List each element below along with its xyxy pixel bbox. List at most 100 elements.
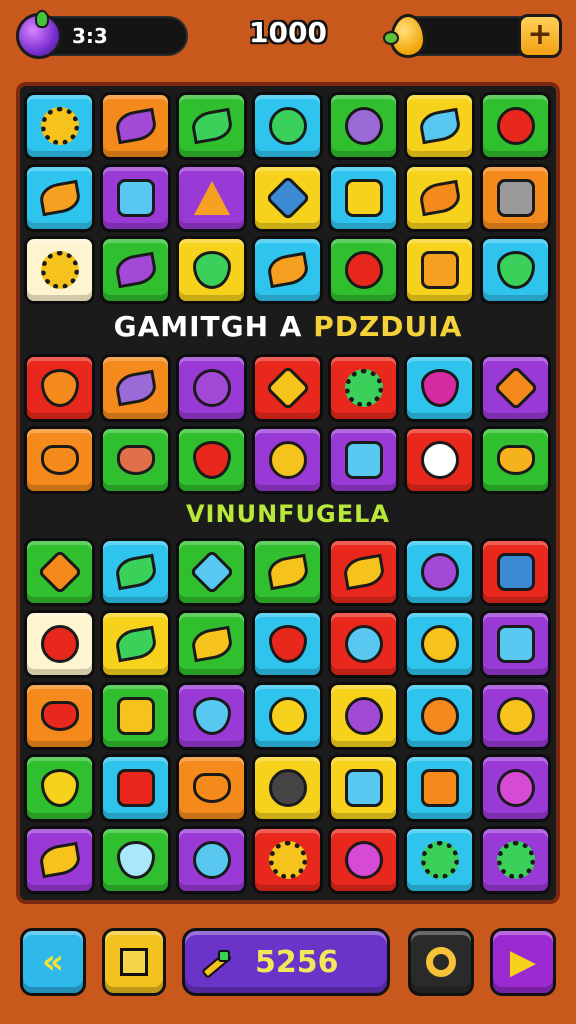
play-button[interactable]: ▶ [490,928,556,996]
tile-r5-c7[interactable] [480,426,551,494]
tile-r7-c2[interactable] [100,610,171,678]
tile-r1-c2[interactable] [100,92,171,160]
bottom-toolbar: « 5256 ▶ [0,920,576,1024]
crystal-icon [113,369,158,407]
target-icon [40,625,79,663]
tool-icon [420,369,459,407]
tile-r2-c5[interactable] [328,164,399,232]
leaf-icon [113,625,158,663]
tile-r3-c2[interactable] [100,236,171,304]
tile-r9-c6[interactable] [404,754,475,822]
tile-r9-c1[interactable] [24,754,95,822]
tile-r10-c7[interactable] [480,826,551,894]
stick-icon [189,625,234,663]
target-button[interactable] [408,928,474,996]
tile-r3-c6[interactable] [404,236,475,304]
tile-r6-c5[interactable] [328,538,399,606]
tile-r3-c7[interactable] [480,236,551,304]
tile-r6-c4[interactable] [252,538,323,606]
bulb-icon [268,441,307,479]
tile-r8-c6[interactable] [404,682,475,750]
tile-r4-c3[interactable] [176,354,247,422]
tile-r6-c6[interactable] [404,538,475,606]
tile-r10-c5[interactable] [328,826,399,894]
tile-r5-c5[interactable] [328,426,399,494]
leaf-icon [189,107,234,145]
radio-icon [116,697,155,735]
tile-r7-c5[interactable] [328,610,399,678]
tile-r1-c5[interactable] [328,92,399,160]
tile-r4-c7[interactable] [480,354,551,422]
tile-r3-c5[interactable] [328,236,399,304]
safe-icon [496,179,535,217]
bag-icon [496,445,535,475]
banner-subtitle: VINUNFUGELA [185,500,390,528]
tile-r1-c6[interactable] [404,92,475,160]
tile-r6-c2[interactable] [100,538,171,606]
tile-r3-c4[interactable] [252,236,323,304]
banana-icon [40,769,79,807]
tile-r2-c4[interactable] [252,164,323,232]
tile-r8-c5[interactable] [328,682,399,750]
tile-r9-c5[interactable] [328,754,399,822]
tile-r7-c6[interactable] [404,610,475,678]
tile-r4-c6[interactable] [404,354,475,422]
tile-r7-c3[interactable] [176,610,247,678]
tile-r10-c2[interactable] [100,826,171,894]
tile-r8-c1[interactable] [24,682,95,750]
tile-r9-c3[interactable] [176,754,247,822]
tile-r2-c2[interactable] [100,164,171,232]
tile-r2-c3[interactable] [176,164,247,232]
tile-r5-c1[interactable] [24,426,95,494]
tile-r2-c1[interactable] [24,164,95,232]
tile-r6-c3[interactable] [176,538,247,606]
tile-r1-c4[interactable] [252,92,323,160]
tile-r10-c3[interactable] [176,826,247,894]
fish-icon [417,179,462,217]
tile-r7-c4[interactable] [252,610,323,678]
tile-r5-c4[interactable] [252,426,323,494]
tile-r8-c3[interactable] [176,682,247,750]
tile-r9-c2[interactable] [100,754,171,822]
tile-r3-c1[interactable] [24,236,95,304]
tile-r4-c1[interactable] [24,354,95,422]
tile-r6-c7[interactable] [480,538,551,606]
tile-r1-c3[interactable] [176,92,247,160]
tile-r3-c3[interactable] [176,236,247,304]
tile-r9-c7[interactable] [480,754,551,822]
tile-r4-c2[interactable] [100,354,171,422]
ghost-icon [116,841,155,879]
dino-icon [113,553,158,591]
eye-icon [420,441,459,479]
booster-counter-button[interactable]: 5256 [182,928,390,996]
tile-r4-c4[interactable] [252,354,323,422]
tile-r8-c2[interactable] [100,682,171,750]
top-hud: 3:3 1000 + [0,0,576,76]
tile-r8-c4[interactable] [252,682,323,750]
tile-r9-c4[interactable] [252,754,323,822]
tile-r5-c3[interactable] [176,426,247,494]
tile-r8-c7[interactable] [480,682,551,750]
stop-button[interactable] [102,928,166,996]
tile-r10-c6[interactable] [404,826,475,894]
camera-icon [116,179,155,217]
tile-r1-c7[interactable] [480,92,551,160]
tile-r10-c4[interactable] [252,826,323,894]
add-currency-button[interactable]: + [518,14,562,58]
tile-r7-c1[interactable] [24,610,95,678]
tile-r5-c2[interactable] [100,426,171,494]
tile-r2-c7[interactable] [480,164,551,232]
tile-r4-c5[interactable] [328,354,399,422]
tile-r1-c1[interactable] [24,92,95,160]
blob-icon [192,841,231,879]
balloon-icon [383,14,426,58]
tile-r2-c6[interactable] [404,164,475,232]
tile-r6-c1[interactable] [24,538,95,606]
phone-icon [116,769,155,807]
score-display: 1000 [249,16,327,49]
rewind-button[interactable]: « [20,928,86,996]
smile-block-icon [420,251,459,289]
tile-r10-c1[interactable] [24,826,95,894]
tile-r7-c7[interactable] [480,610,551,678]
tile-r5-c6[interactable] [404,426,475,494]
